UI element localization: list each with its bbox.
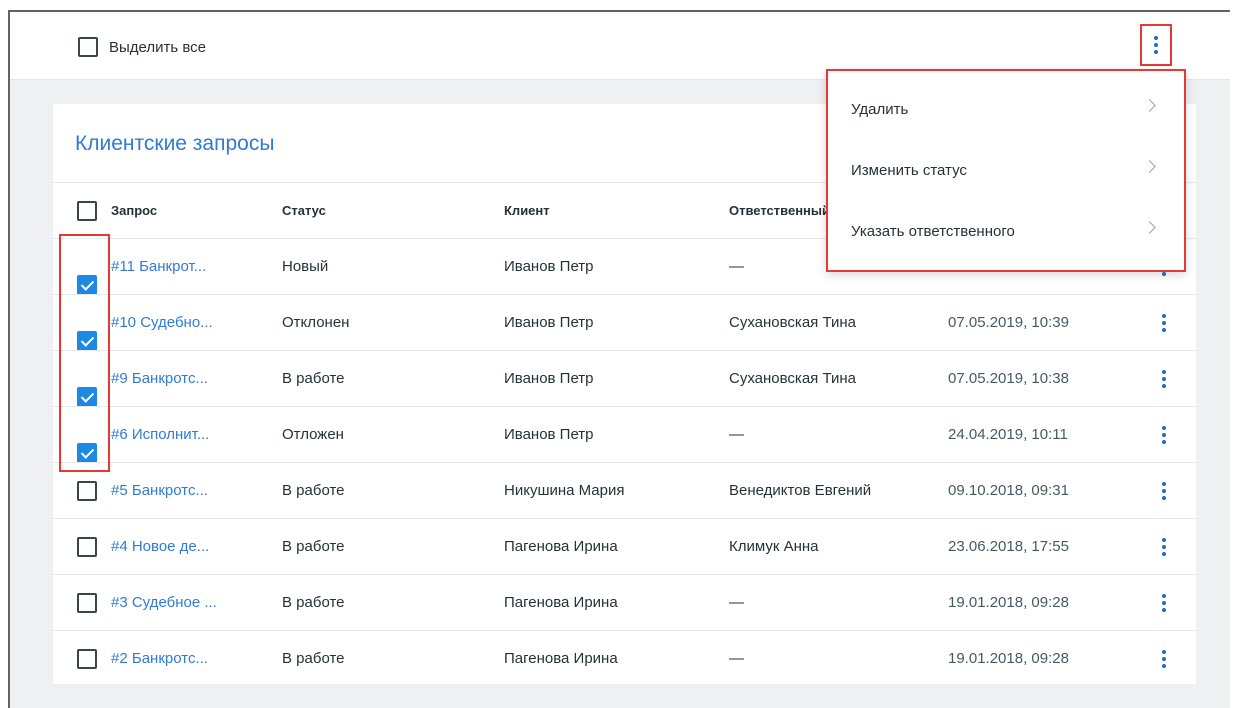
date-cell: 23.06.2018, 17:55: [948, 538, 1069, 555]
more-vert-icon[interactable]: [1157, 311, 1171, 335]
bulk-actions-menu: Удалить Изменить статус Указать ответств…: [826, 69, 1186, 272]
request-link[interactable]: #10 Судебно...: [111, 314, 213, 331]
client-cell: Никушина Мария: [504, 482, 625, 499]
status-cell: Отложен: [282, 426, 344, 443]
menu-item-change-status[interactable]: Изменить статус: [828, 140, 1184, 201]
header-checkbox[interactable]: [77, 201, 97, 221]
client-cell: Пагенова Ирина: [504, 650, 618, 667]
select-all-control[interactable]: Выделить все: [78, 37, 206, 57]
row-checkbox[interactable]: [77, 593, 97, 613]
row-checkbox[interactable]: [77, 537, 97, 557]
client-cell: Пагенова Ирина: [504, 594, 618, 611]
date-cell: 24.04.2019, 10:11: [948, 426, 1068, 443]
more-vert-icon[interactable]: [1157, 535, 1171, 559]
request-link[interactable]: #5 Банкротс...: [111, 482, 208, 499]
responsible-cell: Сухановская Тина: [729, 370, 856, 387]
status-cell: В работе: [282, 650, 345, 667]
row-actions[interactable]: [1157, 535, 1171, 559]
app-frame: Выделить все Клиентские запросы Запрос С…: [8, 10, 1230, 708]
select-all-label: Выделить все: [109, 38, 207, 56]
header-responsible[interactable]: Ответственный: [729, 203, 830, 218]
menu-item-label: Указать ответственного: [851, 223, 1015, 240]
row-actions[interactable]: [1157, 311, 1171, 335]
header-client[interactable]: Клиент: [504, 203, 550, 218]
row-checkbox[interactable]: [77, 649, 97, 669]
table-row[interactable]: #5 Банкротс... В работе Никушина Мария Вене…: [53, 462, 1196, 518]
table-row[interactable]: #4 Новое де... В работе Пагенова Ирина Клим…: [53, 518, 1196, 574]
table-row[interactable]: #6 Исполнит... Отложен Иванов Петр — 24.04.2…: [53, 406, 1196, 463]
row-checkbox[interactable]: [77, 481, 97, 501]
responsible-cell: —: [729, 650, 744, 667]
responsible-cell: —: [729, 426, 744, 443]
date-cell: 09.10.2018, 09:31: [948, 482, 1069, 499]
card-title: Клиентские запросы: [75, 132, 275, 155]
menu-item-label: Удалить: [851, 101, 909, 118]
more-vert-icon[interactable]: [1157, 423, 1171, 447]
header-status[interactable]: Статус: [282, 203, 326, 218]
date-cell: 19.01.2018, 09:28: [948, 594, 1069, 611]
request-link[interactable]: #11 Банкрот...: [111, 258, 206, 275]
responsible-cell: —: [729, 594, 744, 611]
menu-item-assign-responsible[interactable]: Указать ответственного: [828, 201, 1184, 262]
responsible-cell: Климук Анна: [729, 538, 819, 555]
request-link[interactable]: #6 Исполнит...: [111, 426, 209, 443]
select-all-checkbox[interactable]: [78, 37, 98, 57]
client-cell: Иванов Петр: [504, 314, 594, 331]
row-actions[interactable]: [1157, 479, 1171, 503]
more-vert-icon[interactable]: [1157, 591, 1171, 615]
date-cell: 07.05.2019, 10:38: [948, 370, 1069, 387]
header-request[interactable]: Запрос: [111, 203, 157, 218]
request-link[interactable]: #9 Банкротс...: [111, 370, 208, 387]
more-vert-icon[interactable]: [1157, 367, 1171, 391]
more-vert-icon[interactable]: [1157, 647, 1171, 671]
date-cell: 19.01.2018, 09:28: [948, 650, 1069, 667]
client-cell: Иванов Петр: [504, 426, 594, 443]
request-link[interactable]: #4 Новое де...: [111, 538, 209, 555]
table-row[interactable]: #9 Банкротс... В работе Иванов Петр Суханов…: [53, 350, 1196, 407]
client-cell: Иванов Петр: [504, 370, 594, 387]
menu-item-label: Изменить статус: [851, 162, 967, 179]
table-row[interactable]: #3 Судебное ... В работе Пагенова Ирина — 19…: [53, 574, 1196, 630]
more-vert-icon[interactable]: [1149, 33, 1163, 57]
table-row[interactable]: #2 Банкротс... В работе Пагенова Ирина — 19.…: [53, 630, 1196, 686]
request-link[interactable]: #2 Банкротс...: [111, 650, 208, 667]
row-actions[interactable]: [1157, 591, 1171, 615]
responsible-cell: Сухановская Тина: [729, 314, 856, 331]
date-cell: 07.05.2019, 10:39: [948, 314, 1069, 331]
status-cell: Новый: [282, 258, 329, 275]
chevron-right-icon: [1143, 160, 1156, 173]
chevron-right-icon: [1143, 221, 1156, 234]
table-body: #11 Банкрот... Новый Иванов Петр — #10 Судеб…: [53, 238, 1196, 686]
status-cell: Отклонен: [282, 314, 350, 331]
status-cell: В работе: [282, 538, 345, 555]
row-actions[interactable]: [1157, 647, 1171, 671]
row-actions[interactable]: [1157, 423, 1171, 447]
status-cell: В работе: [282, 594, 345, 611]
bulk-actions-highlight: [1140, 24, 1172, 66]
responsible-cell: —: [729, 258, 744, 275]
status-cell: В работе: [282, 482, 345, 499]
selected-rows-highlight: [59, 234, 110, 472]
menu-item-delete[interactable]: Удалить: [828, 79, 1184, 140]
status-cell: В работе: [282, 370, 345, 387]
responsible-cell: Венедиктов Евгений: [729, 482, 872, 499]
client-cell: Пагенова Ирина: [504, 538, 618, 555]
chevron-right-icon: [1143, 99, 1156, 112]
more-vert-icon[interactable]: [1157, 479, 1171, 503]
table-row[interactable]: #10 Судебно... Отклонен Иванов Петр Суханов…: [53, 294, 1196, 351]
client-cell: Иванов Петр: [504, 258, 594, 275]
row-actions[interactable]: [1157, 367, 1171, 391]
request-link[interactable]: #3 Судебное ...: [111, 594, 217, 611]
